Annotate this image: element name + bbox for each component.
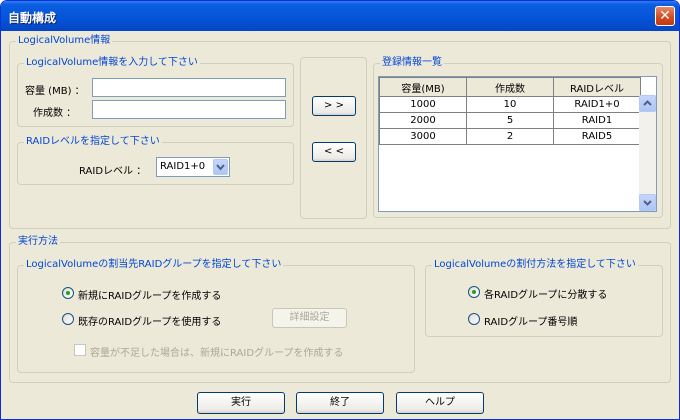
- table-row[interactable]: 1000 10 RAID1+0: [379, 96, 641, 113]
- table-cell: RAID1: [553, 112, 641, 129]
- title-bar[interactable]: 自動構成 ✕: [1, 1, 679, 31]
- table-cell: 2000: [379, 112, 467, 129]
- remove-button[interactable]: < <: [312, 142, 356, 162]
- scroll-up-icon[interactable]: [639, 95, 656, 112]
- radio-distribute-label[interactable]: 各RAIDグループに分散する: [484, 286, 607, 301]
- column-header-count[interactable]: 作成数: [466, 77, 554, 97]
- transfer-panel: [300, 57, 367, 219]
- radio-number-order[interactable]: [468, 313, 480, 325]
- close-button[interactable]: ✕: [655, 6, 675, 26]
- registered-table[interactable]: 容量(MB) 作成数 RAIDレベル 1000 10 RAID1+0 2000 …: [378, 76, 657, 212]
- run-button[interactable]: 実行: [197, 392, 285, 414]
- table-scrollbar[interactable]: [639, 95, 656, 211]
- registered-list-legend: 登録情報一覧: [380, 57, 444, 69]
- chevron-down-icon[interactable]: [213, 159, 228, 175]
- add-button[interactable]: > >: [312, 96, 356, 116]
- column-header-raid[interactable]: RAIDレベル: [553, 77, 641, 97]
- detail-settings-button[interactable]: 詳細設定: [272, 308, 347, 328]
- exit-button[interactable]: 終了: [296, 392, 384, 414]
- table-cell: RAID5: [553, 128, 641, 145]
- allocation-method-legend: LogicalVolumeの割付方法を指定して下さい: [432, 259, 638, 271]
- table-cell: 1000: [379, 96, 467, 113]
- radio-selected-dot: [66, 291, 70, 295]
- window-title: 自動構成: [8, 11, 57, 25]
- capacity-input[interactable]: [92, 78, 286, 97]
- table-cell: 3000: [379, 128, 467, 145]
- lv-info-legend: LogicalVolume情報: [16, 35, 113, 47]
- raid-level-label: RAIDレベル ：: [79, 166, 147, 177]
- radio-new-raid-group-label[interactable]: 新規にRAIDグループを作成する: [78, 287, 221, 302]
- table-cell: 5: [466, 112, 554, 129]
- fallback-checkbox-label[interactable]: 容量が不足した場合は、新規にRAIDグループを作成する: [90, 344, 343, 359]
- lv-input-legend: LogicalVolume情報を入力して下さい: [24, 57, 200, 69]
- table-header-row: 容量(MB) 作成数 RAIDレベル: [379, 77, 641, 97]
- radio-existing-raid-group-label[interactable]: 既存のRAIDグループを使用する: [78, 313, 221, 328]
- fallback-checkbox[interactable]: [74, 344, 86, 356]
- raid-level-value: RAID1+0: [160, 161, 206, 172]
- execution-legend: 実行方法: [16, 236, 60, 248]
- raid-level-legend: RAIDレベルを指定して下さい: [24, 136, 162, 148]
- table-cell: RAID1+0: [553, 96, 641, 113]
- table-row[interactable]: 3000 2 RAID5: [379, 128, 641, 145]
- radio-selected-dot: [472, 290, 476, 294]
- count-input[interactable]: [92, 100, 286, 119]
- target-raid-legend: LogicalVolumeの割当先RAIDグループを指定して下さい: [24, 259, 284, 271]
- table-row[interactable]: 2000 5 RAID1: [379, 112, 641, 129]
- registered-grid: 容量(MB) 作成数 RAIDレベル 1000 10 RAID1+0 2000 …: [379, 77, 641, 145]
- radio-new-raid-group[interactable]: [62, 287, 74, 299]
- help-button[interactable]: ヘルプ: [396, 392, 484, 414]
- column-header-capacity[interactable]: 容量(MB): [379, 77, 467, 97]
- radio-existing-raid-group[interactable]: [62, 313, 74, 325]
- count-label: 作成数 ：: [33, 108, 77, 119]
- radio-distribute[interactable]: [468, 286, 480, 298]
- scroll-down-icon[interactable]: [639, 194, 656, 211]
- auto-config-dialog: 自動構成 ✕ LogicalVolume情報 LogicalVolume情報を入…: [0, 0, 680, 420]
- table-cell: 2: [466, 128, 554, 145]
- table-cell: 10: [466, 96, 554, 113]
- radio-number-order-label[interactable]: RAIDグループ番号順: [484, 313, 577, 328]
- capacity-label: 容量 (MB) ：: [25, 86, 85, 97]
- raid-level-select[interactable]: RAID1+0: [156, 157, 230, 177]
